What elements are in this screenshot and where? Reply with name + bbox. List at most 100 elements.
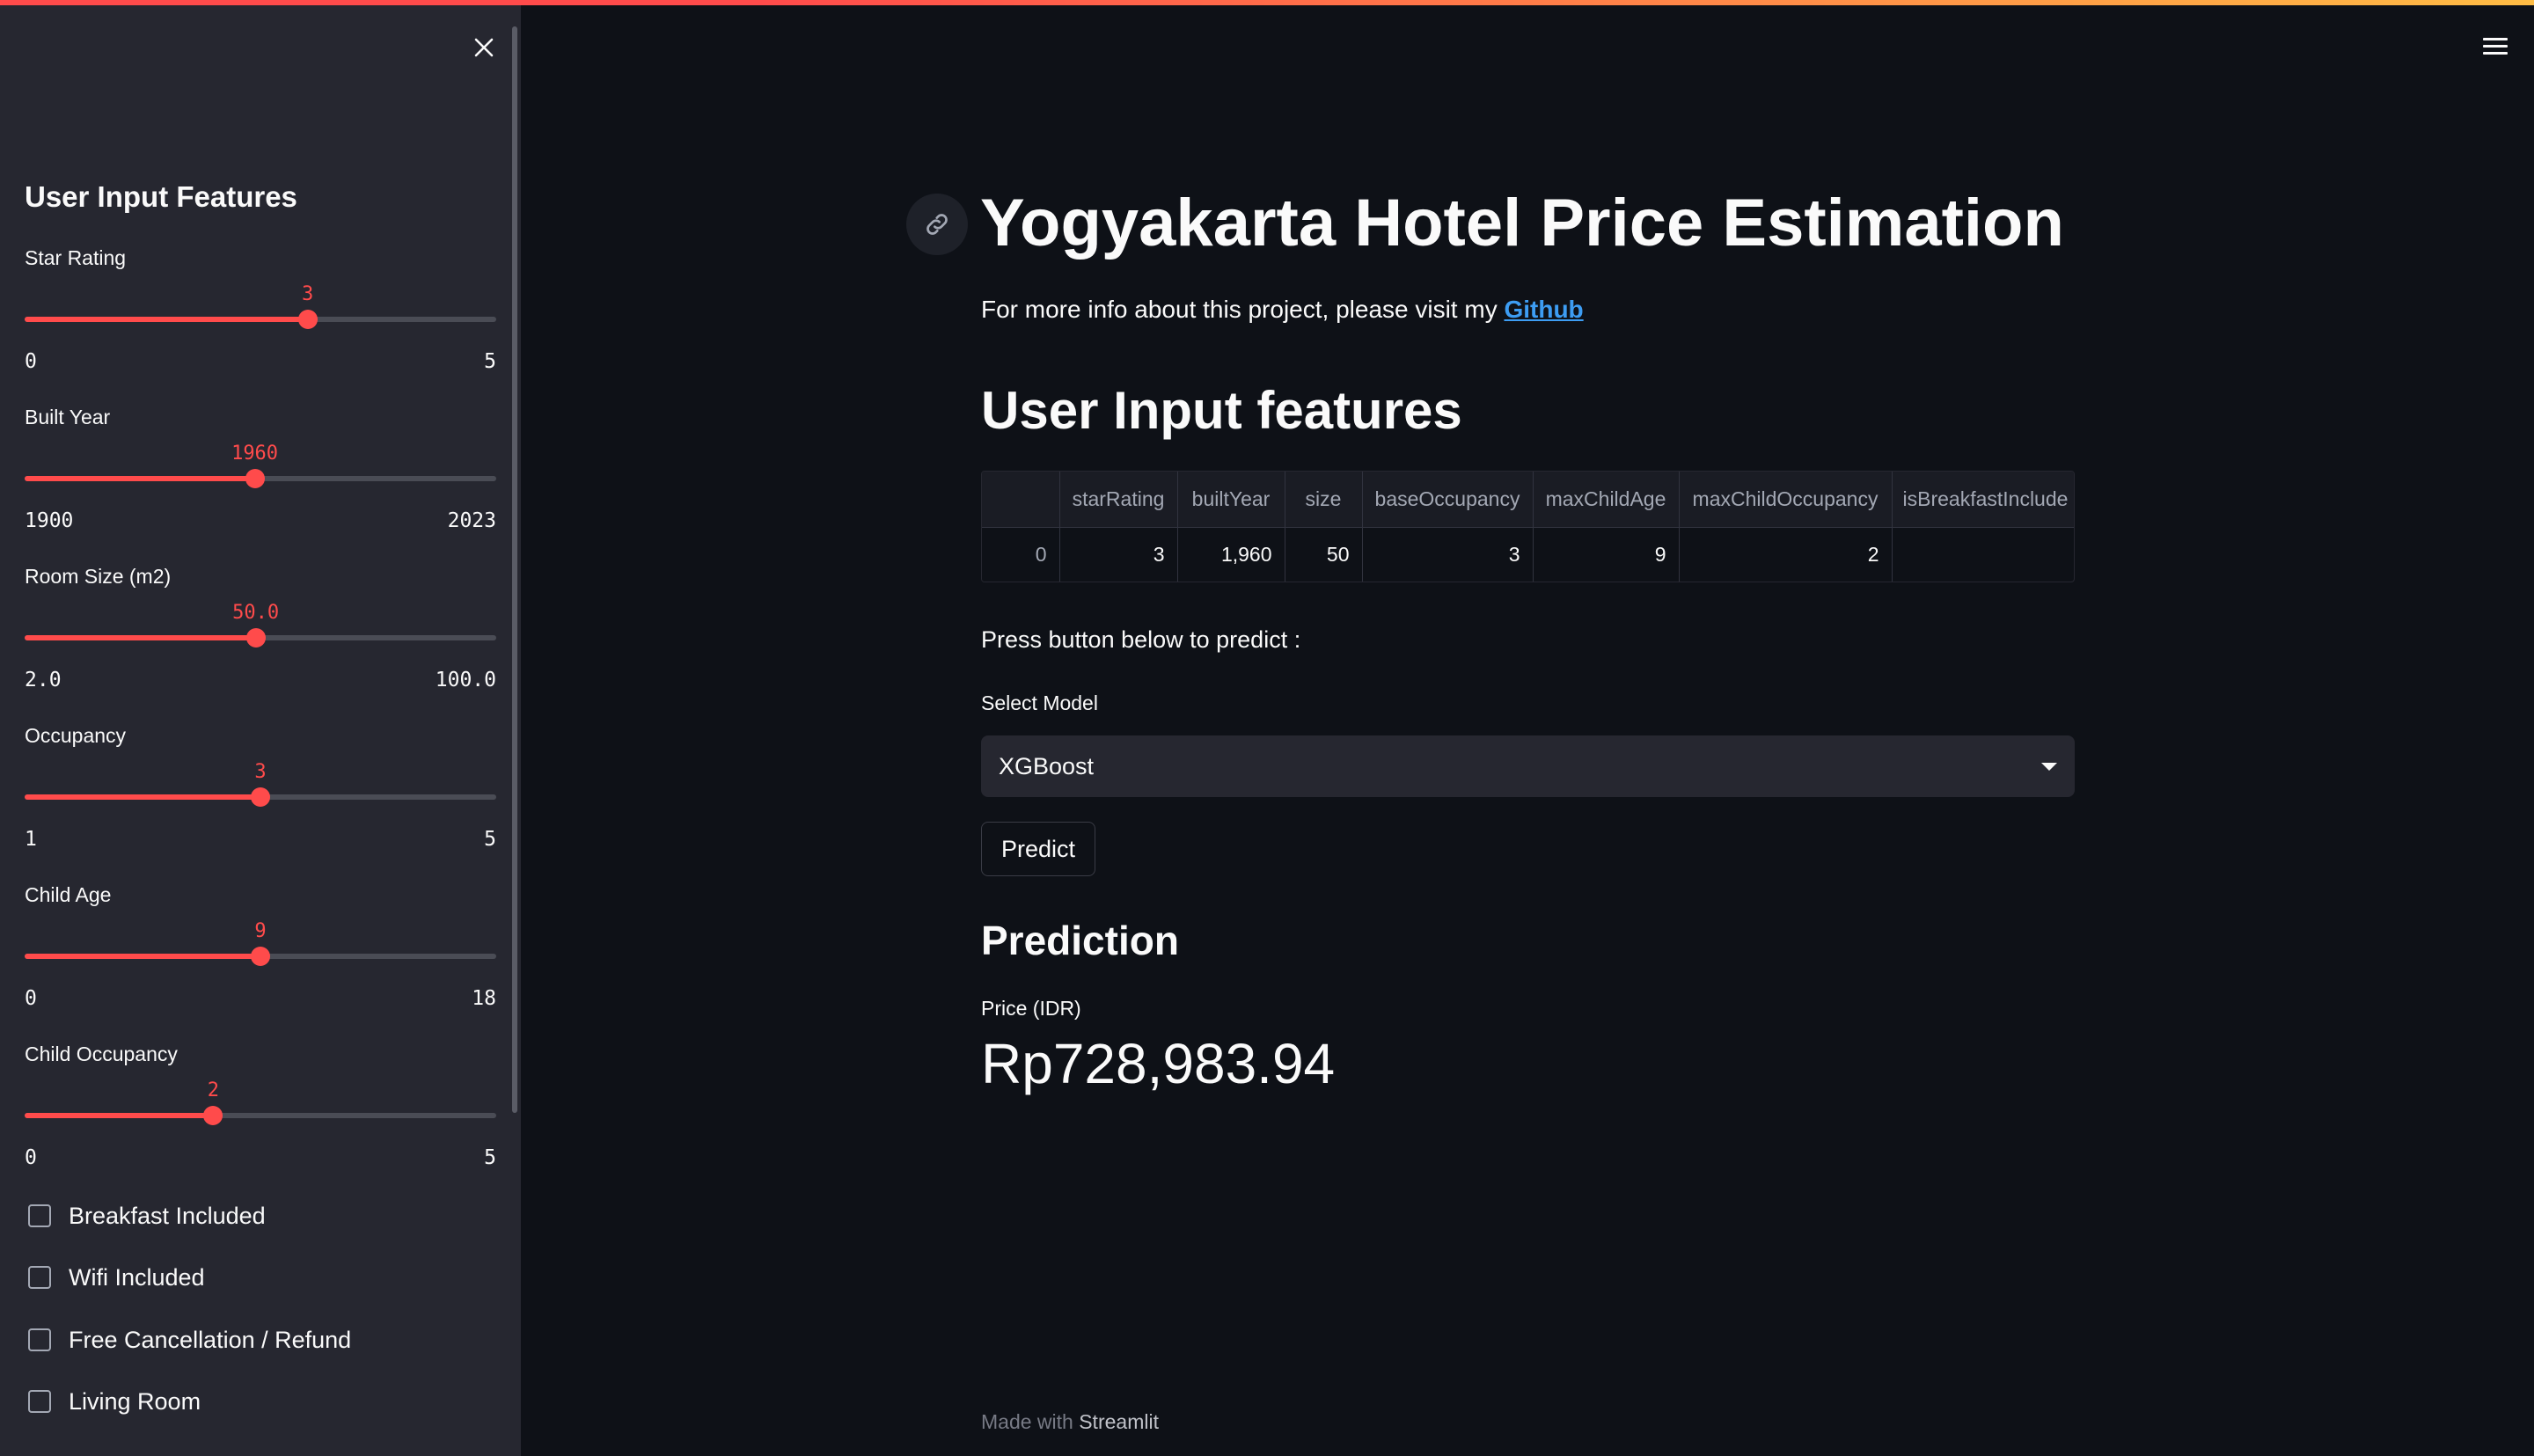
slider-label: Room Size (m2): [25, 565, 172, 588]
slider-value: 1960: [231, 443, 279, 465]
slider-min: 0: [25, 987, 37, 1010]
slider-value: 3: [254, 761, 267, 783]
slider-5[interactable]: Child Occupancy 2 0 5: [25, 1043, 496, 1192]
checkbox-box[interactable]: [28, 1328, 51, 1351]
table-cell[interactable]: [1892, 527, 2074, 582]
slider-label: Built Year: [25, 406, 111, 428]
slider-label: Child Age: [25, 883, 112, 906]
checkbox-box[interactable]: [28, 1204, 51, 1227]
sidebar-scrollbar[interactable]: [512, 26, 517, 1113]
slider-fill: [25, 1113, 214, 1118]
footer: Made with Streamlit: [981, 1410, 1159, 1434]
row-index[interactable]: 0: [982, 527, 1060, 582]
column-header[interactable]: [982, 472, 1060, 528]
checkbox-3[interactable]: Living Room: [28, 1384, 201, 1419]
slider-track[interactable]: [25, 787, 496, 807]
slider-4[interactable]: Child Age 9 0 18: [25, 883, 496, 1033]
table-cell[interactable]: 2: [1679, 527, 1893, 582]
slider-fill: [25, 476, 255, 481]
sidebar-title: User Input Features: [25, 180, 297, 213]
slider-thumb[interactable]: [245, 469, 265, 488]
slider-min: 1: [25, 828, 37, 851]
select-model-label: Select Model: [981, 691, 1098, 714]
close-icon: [474, 38, 494, 57]
slider-0[interactable]: Star Rating 3 0 5: [25, 246, 496, 396]
page-title: Yogyakarta Hotel Price Estimation: [980, 186, 2064, 260]
column-header[interactable]: baseOccupancy: [1362, 472, 1534, 528]
slider-value: 50.0: [232, 602, 280, 624]
checkbox-label: Breakfast Included: [69, 1202, 266, 1229]
table-row: 0 3 1,960 50 3 9 2: [982, 527, 2074, 582]
intro-text: For more info about this project, please…: [981, 296, 1584, 324]
slider-min: 1900: [25, 509, 74, 532]
chevron-down-icon: [2041, 762, 2057, 771]
slider-track[interactable]: [25, 628, 496, 648]
checkbox-box[interactable]: [28, 1390, 51, 1413]
github-link[interactable]: Github: [1504, 296, 1583, 323]
slider-thumb[interactable]: [251, 947, 270, 966]
checkbox-2[interactable]: Free Cancellation / Refund: [28, 1322, 351, 1357]
model-select-value: XGBoost: [999, 752, 1095, 779]
slider-label: Occupancy: [25, 724, 127, 747]
slider-1[interactable]: Built Year 1960 1900 2023: [25, 406, 496, 555]
checkbox-1[interactable]: Wifi Included: [28, 1260, 205, 1295]
slider-thumb[interactable]: [245, 628, 266, 648]
slider-fill: [25, 635, 256, 640]
table-cell[interactable]: 3: [1362, 527, 1534, 582]
column-header[interactable]: starRating: [1059, 472, 1178, 528]
checkbox-label: Living Room: [69, 1387, 201, 1415]
slider-max: 5: [484, 828, 496, 851]
checkbox-box[interactable]: [28, 1266, 51, 1289]
predict-button[interactable]: Predict: [981, 822, 1095, 876]
slider-fill: [25, 954, 260, 959]
checkbox-label: Wifi Included: [69, 1263, 205, 1291]
table-cell[interactable]: 1,960: [1177, 527, 1285, 582]
slider-fill: [25, 317, 308, 322]
slider-fill: [25, 794, 260, 800]
features-header: User Input features: [981, 381, 1462, 440]
slider-value: 9: [254, 920, 267, 942]
column-header[interactable]: maxChildOccupancy: [1679, 472, 1893, 528]
intro-prefix: For more info about this project, please…: [981, 296, 1505, 323]
table-cell[interactable]: 3: [1059, 527, 1178, 582]
slider-thumb[interactable]: [203, 1106, 223, 1125]
slider-3[interactable]: Occupancy 3 1 5: [25, 724, 496, 874]
table-cell[interactable]: 9: [1533, 527, 1680, 582]
slider-min: 0: [25, 350, 37, 373]
slider-track[interactable]: [25, 469, 496, 488]
streamlit-link[interactable]: Streamlit: [1079, 1410, 1159, 1433]
footer-prefix: Made with: [981, 1410, 1080, 1433]
slider-max: 100.0: [435, 669, 496, 691]
slider-value: 2: [207, 1079, 220, 1101]
checkbox-0[interactable]: Breakfast Included: [28, 1198, 266, 1233]
slider-track[interactable]: [25, 1106, 496, 1125]
column-header[interactable]: size: [1285, 472, 1363, 528]
slider-thumb[interactable]: [251, 787, 270, 807]
main-menu-button[interactable]: [2478, 28, 2513, 63]
column-header[interactable]: builtYear: [1177, 472, 1285, 528]
slider-min: 2.0: [25, 669, 62, 691]
model-select[interactable]: XGBoost: [981, 735, 2075, 797]
features-dataframe[interactable]: starRating builtYear size baseOccupancy maxC…: [981, 471, 2075, 582]
top-decoration-bar: [0, 0, 2534, 5]
slider-label: Child Occupancy: [25, 1043, 178, 1065]
hamburger-icon: [2483, 37, 2508, 40]
price-label: Price (IDR): [981, 997, 1081, 1020]
column-header[interactable]: isBreakfastInclude: [1892, 472, 2074, 528]
slider-max: 5: [484, 350, 496, 373]
slider-min: 0: [25, 1146, 37, 1169]
checkbox-label: Free Cancellation / Refund: [69, 1326, 352, 1353]
slider-max: 2023: [447, 509, 496, 532]
slider-2[interactable]: Room Size (m2) 50.0 2.0 100.0: [25, 565, 496, 714]
slider-thumb[interactable]: [297, 310, 318, 329]
press-instruction: Press button below to predict :: [981, 626, 1301, 653]
sidebar: User Input Features Star Rating 3 0 5 Built …: [0, 0, 521, 1456]
slider-max: 5: [484, 1146, 496, 1169]
slider-track[interactable]: [25, 310, 496, 329]
anchor-link-icon[interactable]: [906, 194, 968, 255]
price-value: Rp728,983.94: [981, 1032, 1336, 1095]
slider-track[interactable]: [25, 947, 496, 966]
column-header[interactable]: maxChildAge: [1533, 472, 1680, 528]
close-sidebar-button[interactable]: [463, 26, 505, 69]
table-cell[interactable]: 50: [1285, 527, 1363, 582]
